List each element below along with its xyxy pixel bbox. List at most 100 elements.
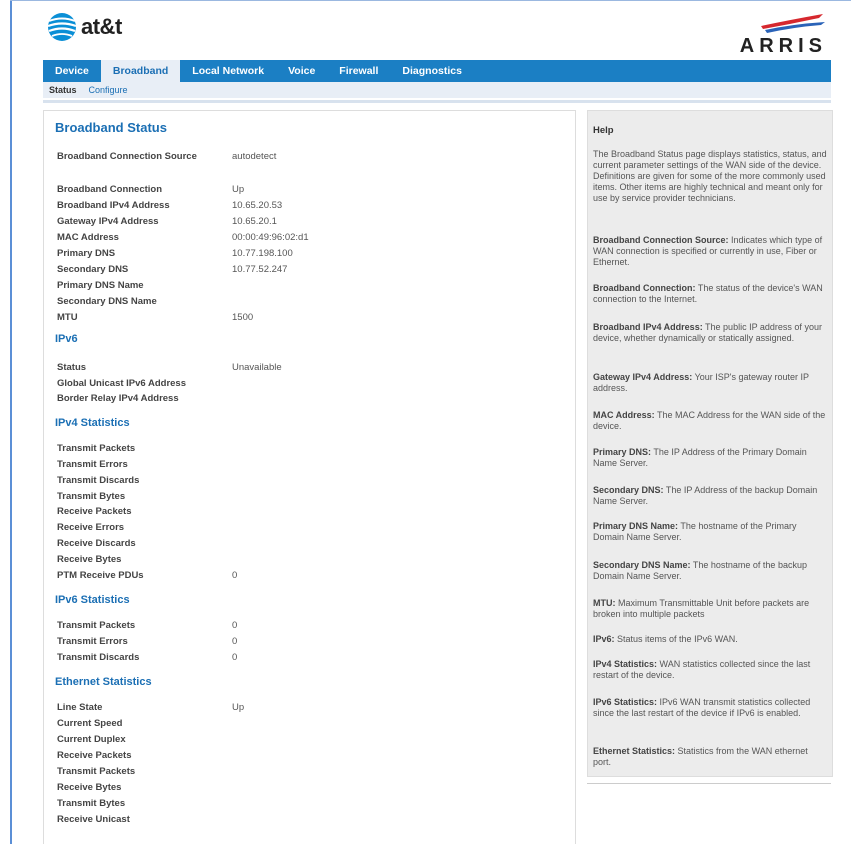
stat-label: Current Duplex — [57, 734, 126, 745]
stat-row: Transmit Discards 0 — [57, 650, 557, 665]
info-label: MAC Address — [57, 232, 119, 243]
stat-row: Receive Packets — [57, 748, 557, 763]
arris-logo: ARRIS — [701, 12, 831, 57]
stat-label: Receive Packets — [57, 506, 132, 517]
help-term: Secondary DNS Name: — [593, 560, 691, 570]
help-term: Broadband Connection Source: — [593, 235, 729, 245]
info-row: Secondary DNS 10.77.52.247 — [57, 262, 557, 277]
stat-label: Receive Unicast — [57, 814, 130, 825]
stat-label: Transmit Discards — [57, 475, 140, 486]
stat-label: Receive Errors — [57, 522, 125, 533]
help-entry: Secondary DNS: The IP Address of the bac… — [593, 485, 827, 507]
info-label: Broadband IPv4 Address — [57, 200, 170, 211]
arris-logo-text: ARRIS — [739, 35, 827, 57]
info-value: 10.65.20.1 — [232, 216, 277, 227]
stat-row: Receive Unicast — [57, 812, 557, 827]
info-value: Up — [232, 184, 245, 195]
help-entry: IPv6: Status items of the IPv6 WAN. — [593, 634, 827, 645]
help-title: Help — [593, 125, 614, 136]
stat-label: Receive Packets — [57, 750, 132, 761]
info-value: 1500 — [232, 312, 254, 323]
subnav-divider — [43, 100, 831, 103]
section-title-ipv6: IPv6 — [55, 333, 78, 345]
info-label: Primary DNS Name — [57, 280, 144, 291]
info-row: Gateway IPv4 Address 10.65.20.1 — [57, 214, 557, 229]
stat-row: Receive Packets — [57, 504, 557, 519]
tab-firewall[interactable]: Firewall — [327, 60, 390, 82]
stat-label: Receive Discards — [57, 538, 136, 549]
att-logo[interactable]: at&t — [47, 12, 122, 42]
info-label: MTU — [57, 312, 78, 323]
main-nav: Device Broadband Local Network Voice Fir… — [43, 60, 831, 82]
info-label: Global Unicast IPv6 Address — [57, 378, 186, 389]
info-label: Status — [57, 362, 87, 373]
stat-label: Receive Bytes — [57, 782, 122, 793]
info-value: 00:00:49:96:02:d1 — [232, 232, 309, 243]
stat-value: 0 — [232, 636, 238, 647]
help-term: Gateway IPv4 Address: — [593, 372, 693, 382]
tab-local-network[interactable]: Local Network — [180, 60, 276, 82]
help-term: IPv6 Statistics: — [593, 697, 658, 707]
stat-row: Receive Discards — [57, 536, 557, 551]
stat-row: Receive Bytes — [57, 552, 557, 567]
info-value: 10.65.20.53 — [232, 200, 283, 211]
help-term: Primary DNS Name: — [593, 521, 679, 531]
stat-label: Transmit Packets — [57, 766, 136, 777]
info-row: Global Unicast IPv6 Address — [57, 376, 557, 391]
stat-label: Transmit Errors — [57, 459, 128, 470]
help-entry: Broadband Connection Source: Indicates w… — [593, 235, 827, 268]
tab-device[interactable]: Device — [43, 60, 101, 82]
help-term: Ethernet Statistics: — [593, 746, 676, 756]
info-row: Broadband Connection Up — [57, 182, 557, 197]
info-label: Secondary DNS Name — [57, 296, 157, 307]
info-label: Border Relay IPv4 Address — [57, 393, 179, 404]
stat-label: Transmit Bytes — [57, 491, 126, 502]
help-term: IPv4 Statistics: — [593, 659, 658, 669]
subtab-status[interactable]: Status — [43, 82, 83, 98]
help-term: Secondary DNS: — [593, 485, 664, 495]
tab-voice[interactable]: Voice — [276, 60, 327, 82]
help-term: IPv6: — [593, 634, 615, 644]
info-label: Broadband Connection — [57, 184, 163, 195]
help-term: Primary DNS: — [593, 447, 652, 457]
sub-nav: Status Configure — [43, 82, 831, 98]
tab-broadband[interactable]: Broadband — [100, 60, 181, 82]
stat-value: 0 — [232, 652, 238, 663]
stat-label: Transmit Discards — [57, 652, 140, 663]
window-frame-left — [10, 0, 12, 844]
stat-label: Transmit Packets — [57, 620, 136, 631]
help-panel: Help The Broadband Status page displays … — [587, 110, 833, 777]
att-globe-icon — [47, 13, 77, 41]
page-title: Broadband Status — [55, 120, 167, 135]
stat-row: Receive Errors — [57, 520, 557, 535]
help-term: Broadband Connection: — [593, 283, 696, 293]
stat-row: Transmit Discards — [57, 473, 557, 488]
stat-label: Line State — [57, 702, 103, 713]
stat-label: Current Speed — [57, 718, 123, 729]
stat-value: 0 — [232, 620, 238, 631]
info-row: Status Unavailable — [57, 360, 557, 375]
stat-row: Current Speed — [57, 716, 557, 731]
help-text: Status items of the IPv6 WAN. — [617, 634, 738, 644]
subtab-configure[interactable]: Configure — [83, 82, 134, 98]
help-entry: Primary DNS: The IP Address of the Prima… — [593, 447, 827, 469]
help-intro: The Broadband Status page displays stati… — [593, 149, 827, 203]
header: at&t ARRIS — [43, 0, 831, 60]
section-title-ipv6-statistics: IPv6 Statistics — [55, 594, 130, 606]
stat-row: Current Duplex — [57, 732, 557, 747]
help-entry: Secondary DNS Name: The hostname of the … — [593, 560, 827, 582]
stat-row: Transmit Bytes — [57, 796, 557, 811]
stat-row: Transmit Packets — [57, 441, 557, 456]
info-value: Unavailable — [232, 362, 282, 373]
stat-label: PTM Receive PDUs — [57, 570, 144, 581]
help-entry: Gateway IPv4 Address: Your ISP's gateway… — [593, 372, 827, 394]
info-label: Primary DNS — [57, 248, 116, 259]
help-entry: IPv6 Statistics: IPv6 WAN transmit stati… — [593, 697, 827, 719]
tab-diagnostics[interactable]: Diagnostics — [390, 60, 474, 82]
help-entry: Broadband IPv4 Address: The public IP ad… — [593, 322, 827, 344]
help-entry: IPv4 Statistics: WAN statistics collecte… — [593, 659, 827, 681]
info-value: autodetect — [232, 151, 277, 162]
info-label: Secondary DNS — [57, 264, 129, 275]
help-term: Broadband IPv4 Address: — [593, 322, 703, 332]
info-label: Broadband Connection Source — [57, 151, 197, 162]
